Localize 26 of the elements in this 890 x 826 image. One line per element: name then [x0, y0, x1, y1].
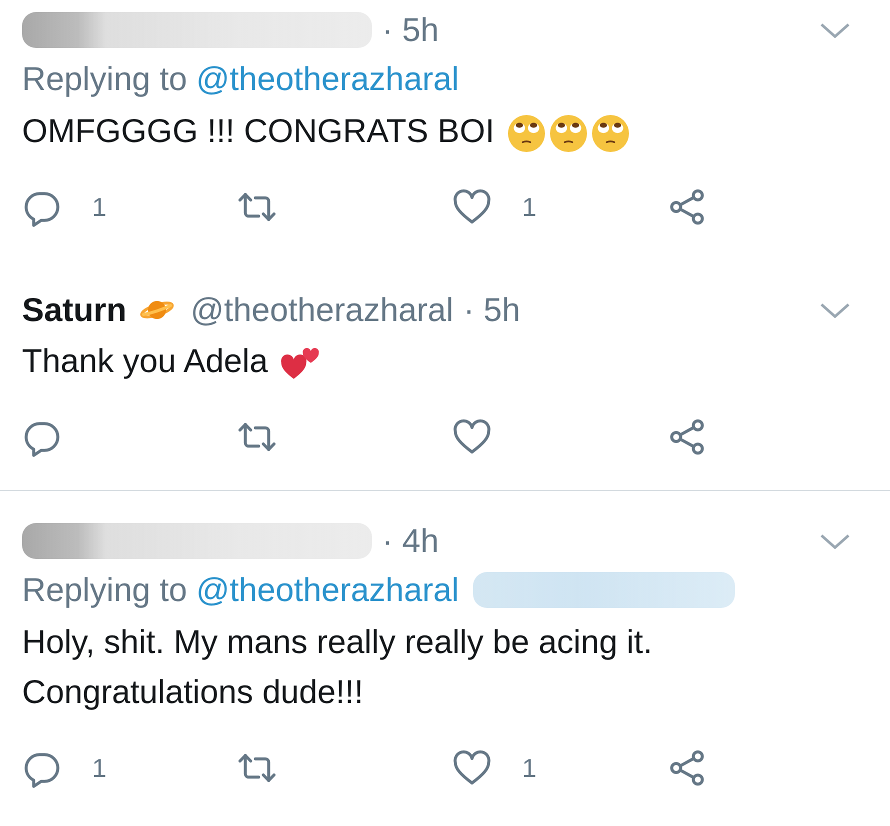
author-handle[interactable]: @theotherazharal: [190, 291, 454, 329]
tweet-time: · 5h: [382, 11, 439, 49]
eye-roll-face-emoji-icon: [550, 114, 588, 152]
tweet-time: · 4h: [382, 522, 439, 560]
chevron-down-icon[interactable]: [820, 534, 850, 548]
author-name[interactable]: Saturn: [22, 291, 127, 329]
like-button[interactable]: 1: [452, 743, 536, 793]
share-icon: [667, 748, 707, 788]
share-icon: [667, 187, 707, 227]
two-hearts-emoji-icon: [280, 346, 320, 380]
mention-link[interactable]: @theotherazharal: [196, 571, 459, 609]
reply-button[interactable]: 1: [22, 182, 106, 232]
share-icon: [667, 417, 707, 457]
chevron-down-icon[interactable]: [820, 302, 850, 318]
tweet-text: Holy, shit. My mans really really be acing it. Congratulations dude!!!: [22, 623, 652, 710]
reply-button[interactable]: 1: [22, 743, 106, 793]
tweet-text: OMFGGGG !!! CONGRATS BOI: [22, 112, 494, 149]
chevron-down-icon[interactable]: [820, 22, 850, 38]
tweet-time: · 5h: [463, 291, 520, 329]
tweet-text: Thank you Adela: [22, 342, 268, 379]
eye-roll-face-emoji-icon: [508, 114, 546, 152]
like-button[interactable]: 1: [452, 182, 536, 232]
eye-roll-face-emoji-icon: [592, 114, 630, 152]
mention-link[interactable]: @theotherazharal: [196, 60, 459, 98]
replying-to-label: Replying to: [22, 60, 188, 98]
replying-to-label: Replying to: [22, 571, 188, 609]
